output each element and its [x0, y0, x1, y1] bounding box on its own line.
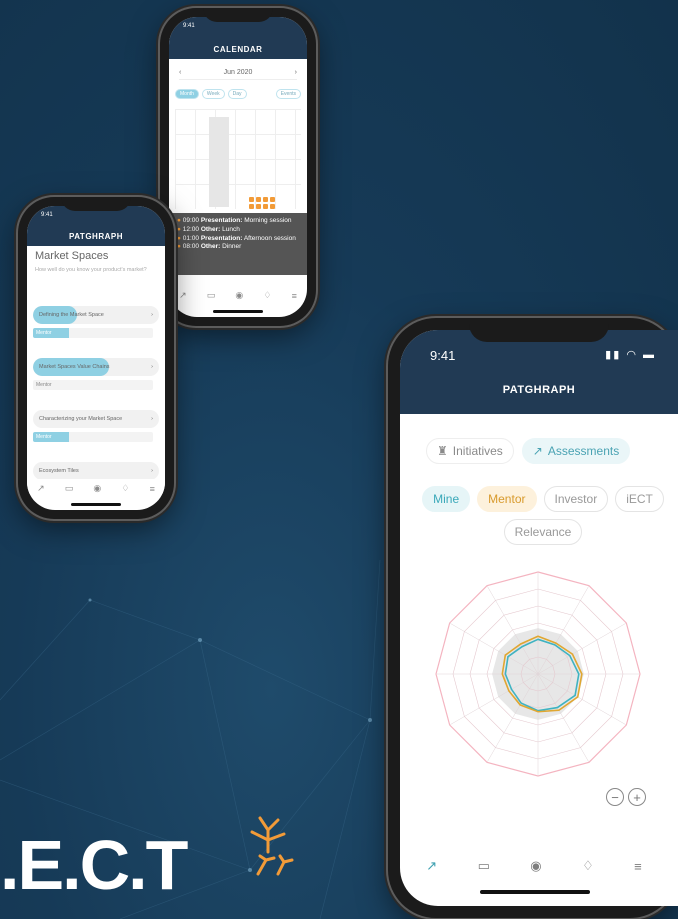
calendar-grid[interactable] [175, 109, 301, 209]
rocket-icon: ♜ [437, 444, 448, 458]
mentor-tag: Mentor [33, 432, 153, 442]
globe-icon[interactable]: ◉ [530, 858, 541, 874]
list-item[interactable]: Defining the Market Space › [33, 306, 159, 324]
notch [203, 8, 273, 22]
main-title: PATGHRAPH [502, 384, 576, 396]
event-item[interactable]: ● 08:00 Other: Dinner [177, 243, 299, 252]
chevron-right-icon: › [151, 364, 153, 370]
globe-icon[interactable]: ◉ [235, 290, 243, 301]
side-button [384, 490, 387, 530]
event-markers [249, 197, 275, 209]
notch [469, 318, 609, 342]
market-tab-bar: ↗ ▭ ◉ ♢ ≡ [27, 479, 165, 494]
filter-iect[interactable]: iECT [615, 486, 664, 512]
home-indicator [213, 310, 263, 313]
status-time: 9:41 [183, 23, 195, 29]
menu-icon[interactable]: ≡ [292, 291, 297, 301]
calendar-title: CALENDAR [213, 45, 263, 54]
calendar-tab-bar: ↗ ▭ ◉ ♢ ≡ [169, 290, 307, 301]
brand-logo-mark [250, 816, 294, 876]
filter-mentor[interactable]: Mentor [477, 486, 537, 512]
brand-logo-text: .E.C.T [0, 826, 188, 904]
filter-mine[interactable]: Mine [422, 486, 471, 512]
calendar-icon[interactable]: ▭ [478, 858, 490, 874]
market-title: PATGHRAPH [69, 232, 123, 241]
next-month-button[interactable]: › [295, 69, 297, 76]
filter-investor[interactable]: Investor [543, 486, 609, 512]
chevron-right-icon: › [151, 416, 153, 422]
prev-month-button[interactable]: ‹ [179, 69, 181, 76]
event-list: ● 09:00 Presentation: Morning session ● … [169, 213, 307, 275]
mentor-tag: Mentor [33, 380, 153, 390]
main-phone: 9:41 ▮▮ ◠ ▬ PATGHRAPH ♜ Initiatives ↗ As… [388, 318, 678, 918]
menu-icon[interactable]: ≡ [150, 484, 155, 494]
market-phone: 9:41 PATGHRAPH Market Spaces How well do… [18, 197, 174, 519]
bell-icon[interactable]: ♢ [263, 290, 271, 301]
status-icons: ▮▮ ◠ ▬ [605, 349, 656, 361]
calendar-icon[interactable]: ▭ [207, 290, 216, 301]
month-selector: ‹ Jun 2020 › [179, 69, 297, 80]
page-title: Market Spaces [35, 250, 109, 262]
zoom-out-button[interactable]: − [606, 788, 624, 806]
status-time: 9:41 [41, 212, 53, 218]
chevron-right-icon: › [151, 312, 153, 318]
calendar-app-bar: 9:41 CALENDAR [169, 17, 307, 59]
list-item[interactable]: Characterizing your Market Space › [33, 410, 159, 428]
trend-icon: ↗ [532, 444, 543, 458]
home-indicator [71, 503, 121, 506]
notch [61, 197, 131, 211]
mentor-tag: Mentor [33, 328, 153, 338]
bell-icon[interactable]: ♢ [121, 483, 129, 494]
market-screen: 9:41 PATGHRAPH Market Spaces How well do… [27, 206, 165, 510]
main-app-bar: 9:41 ▮▮ ◠ ▬ PATGHRAPH [400, 330, 678, 414]
segment-assessments[interactable]: ↗ Assessments [521, 438, 631, 464]
market-app-bar: 9:41 PATGHRAPH [27, 206, 165, 246]
list-item[interactable]: Market Spaces Value Chains › [33, 358, 159, 376]
trend-icon[interactable]: ↗ [37, 483, 45, 494]
event-item[interactable]: ● 09:00 Presentation: Morning session [177, 217, 299, 226]
filter-chips: Mine Mentor Investor iECT Relevance [418, 486, 668, 545]
event-item[interactable]: ● 01:00 Presentation: Afternoon session [177, 235, 299, 244]
month-label: Jun 2020 [223, 69, 253, 76]
event-item[interactable]: ● 12:00 Other: Lunch [177, 226, 299, 235]
segment-initiatives[interactable]: ♜ Initiatives [426, 438, 514, 464]
view-switcher: Month Week Day Events [175, 89, 301, 99]
trend-icon[interactable]: ↗ [179, 290, 187, 301]
main-tab-bar: ↗ ▭ ◉ ♢ ≡ [406, 858, 662, 874]
segment-control: ♜ Initiatives ↗ Assessments [426, 438, 631, 464]
view-day-pill[interactable]: Day [227, 89, 247, 99]
trend-icon[interactable]: ↗ [426, 858, 437, 874]
calendar-phone: 9:41 CALENDAR ‹ Jun 2020 › Month Week Da… [160, 8, 316, 326]
zoom-in-button[interactable]: + [628, 788, 646, 806]
globe-icon[interactable]: ◉ [93, 483, 101, 494]
side-button [384, 440, 387, 480]
view-month-pill[interactable]: Month [175, 89, 199, 99]
radar-chart[interactable] [414, 556, 662, 788]
page-subtitle: How well do you know your product's mark… [35, 267, 147, 273]
home-indicator [480, 890, 590, 894]
filter-relevance[interactable]: Relevance [503, 519, 583, 545]
calendar-screen: 9:41 CALENDAR ‹ Jun 2020 › Month Week Da… [169, 17, 307, 317]
view-events-pill[interactable]: Events [275, 89, 301, 99]
chevron-right-icon: › [151, 468, 153, 474]
menu-icon[interactable]: ≡ [634, 859, 642, 874]
list-item[interactable]: Ecosystem Tiles › [33, 462, 159, 480]
calendar-highlight-column [209, 117, 229, 207]
view-week-pill[interactable]: Week [201, 89, 225, 99]
main-screen: 9:41 ▮▮ ◠ ▬ PATGHRAPH ♜ Initiatives ↗ As… [400, 330, 678, 906]
side-button [384, 400, 387, 426]
bell-icon[interactable]: ♢ [582, 858, 594, 874]
calendar-icon[interactable]: ▭ [65, 483, 74, 494]
zoom-controls: − + [606, 788, 646, 806]
status-time: 9:41 [430, 348, 456, 363]
